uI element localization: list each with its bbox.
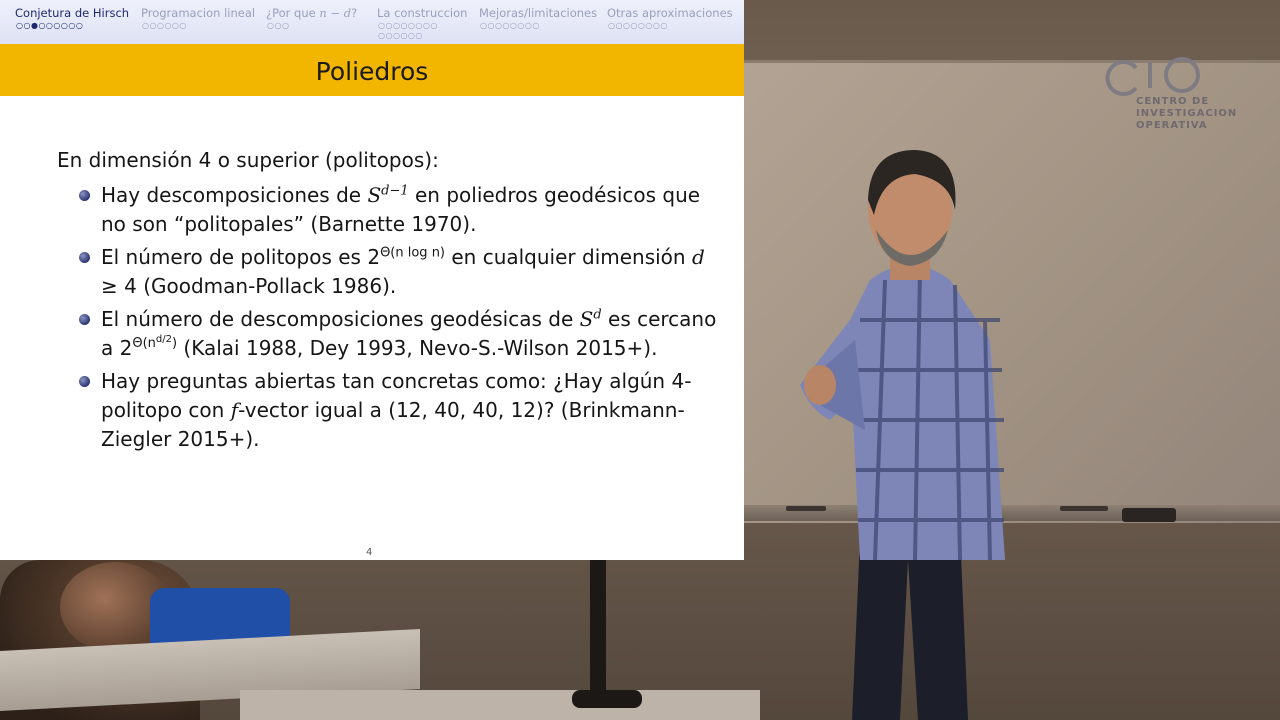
nav-section-programacion-lineal[interactable]: Programacion lineal <box>141 6 255 20</box>
nav-section-label: Programacion lineal <box>141 6 256 20</box>
list-item: Hay descomposiciones de Sd−1 en poliedro… <box>57 181 717 239</box>
nav-section-label: ¿Por que <box>266 6 320 20</box>
nav-dots[interactable]: ○○○○○○ <box>378 31 423 40</box>
presentation-slide: Conjetura de Hirsch ○○●○○○○○○ Programaci… <box>0 0 744 560</box>
nav-dots[interactable]: ○○○○○○ <box>142 21 187 30</box>
nav-section-label: Conjetura de Hirsch <box>15 6 130 20</box>
slide-body: En dimensión 4 o superior (politopos): H… <box>57 146 717 458</box>
chair-base <box>572 690 642 708</box>
nav-section-la-construccion[interactable]: La construccion <box>377 6 467 20</box>
page-number: 4 <box>366 547 373 558</box>
bullet-icon <box>79 314 90 325</box>
bullet-icon <box>79 376 90 387</box>
nav-section-math: n − d <box>319 6 352 20</box>
nav-dots[interactable]: ○○○○○○○○ <box>480 21 540 30</box>
desk <box>240 690 760 720</box>
slide-title: Poliedros <box>315 57 429 86</box>
logo-text: CENTRO DE INVESTIGACION OPERATIVA <box>1136 96 1238 131</box>
nav-section-label: ? <box>351 6 358 20</box>
marker <box>1060 506 1108 511</box>
list-item: El número de politopos es 2Θ(n log n) en… <box>57 243 717 301</box>
nav-dots[interactable]: ○○●○○○○○○ <box>16 21 83 30</box>
nav-dots[interactable]: ○○○○○○○○ <box>378 21 438 30</box>
bullet-icon <box>79 252 90 263</box>
bullet-list: Hay descomposiciones de Sd−1 en poliedro… <box>57 181 717 454</box>
nav-dots[interactable]: ○○○○○○○○ <box>608 21 668 30</box>
nav-section-label: Mejoras/limitaciones <box>479 6 598 20</box>
bullet-icon <box>79 190 90 201</box>
slide-navigation-bar: Conjetura de Hirsch ○○●○○○○○○ Programaci… <box>0 0 744 44</box>
list-item: Hay preguntas abiertas tan concretas com… <box>57 367 717 454</box>
chair-post <box>590 560 606 700</box>
nav-dots[interactable]: ○○○ <box>267 21 289 30</box>
nav-section-otras-aproximaciones[interactable]: Otras aproximaciones <box>607 6 733 20</box>
nav-section-mejoras-limitaciones[interactable]: Mejoras/limitaciones <box>479 6 597 20</box>
eraser <box>1122 508 1176 522</box>
nav-section-por-que[interactable]: ¿Por que n − d? <box>266 6 357 20</box>
slide-intro: En dimensión 4 o superior (politopos): <box>57 148 439 172</box>
list-item: El número de descomposiciones geodésicas… <box>57 305 717 363</box>
presenter <box>800 150 1005 720</box>
nav-section-conjetura-hirsch[interactable]: Conjetura de Hirsch <box>15 6 129 20</box>
nav-section-label: La construccion <box>377 6 468 20</box>
nav-section-label: Otras aproximaciones <box>607 6 733 20</box>
